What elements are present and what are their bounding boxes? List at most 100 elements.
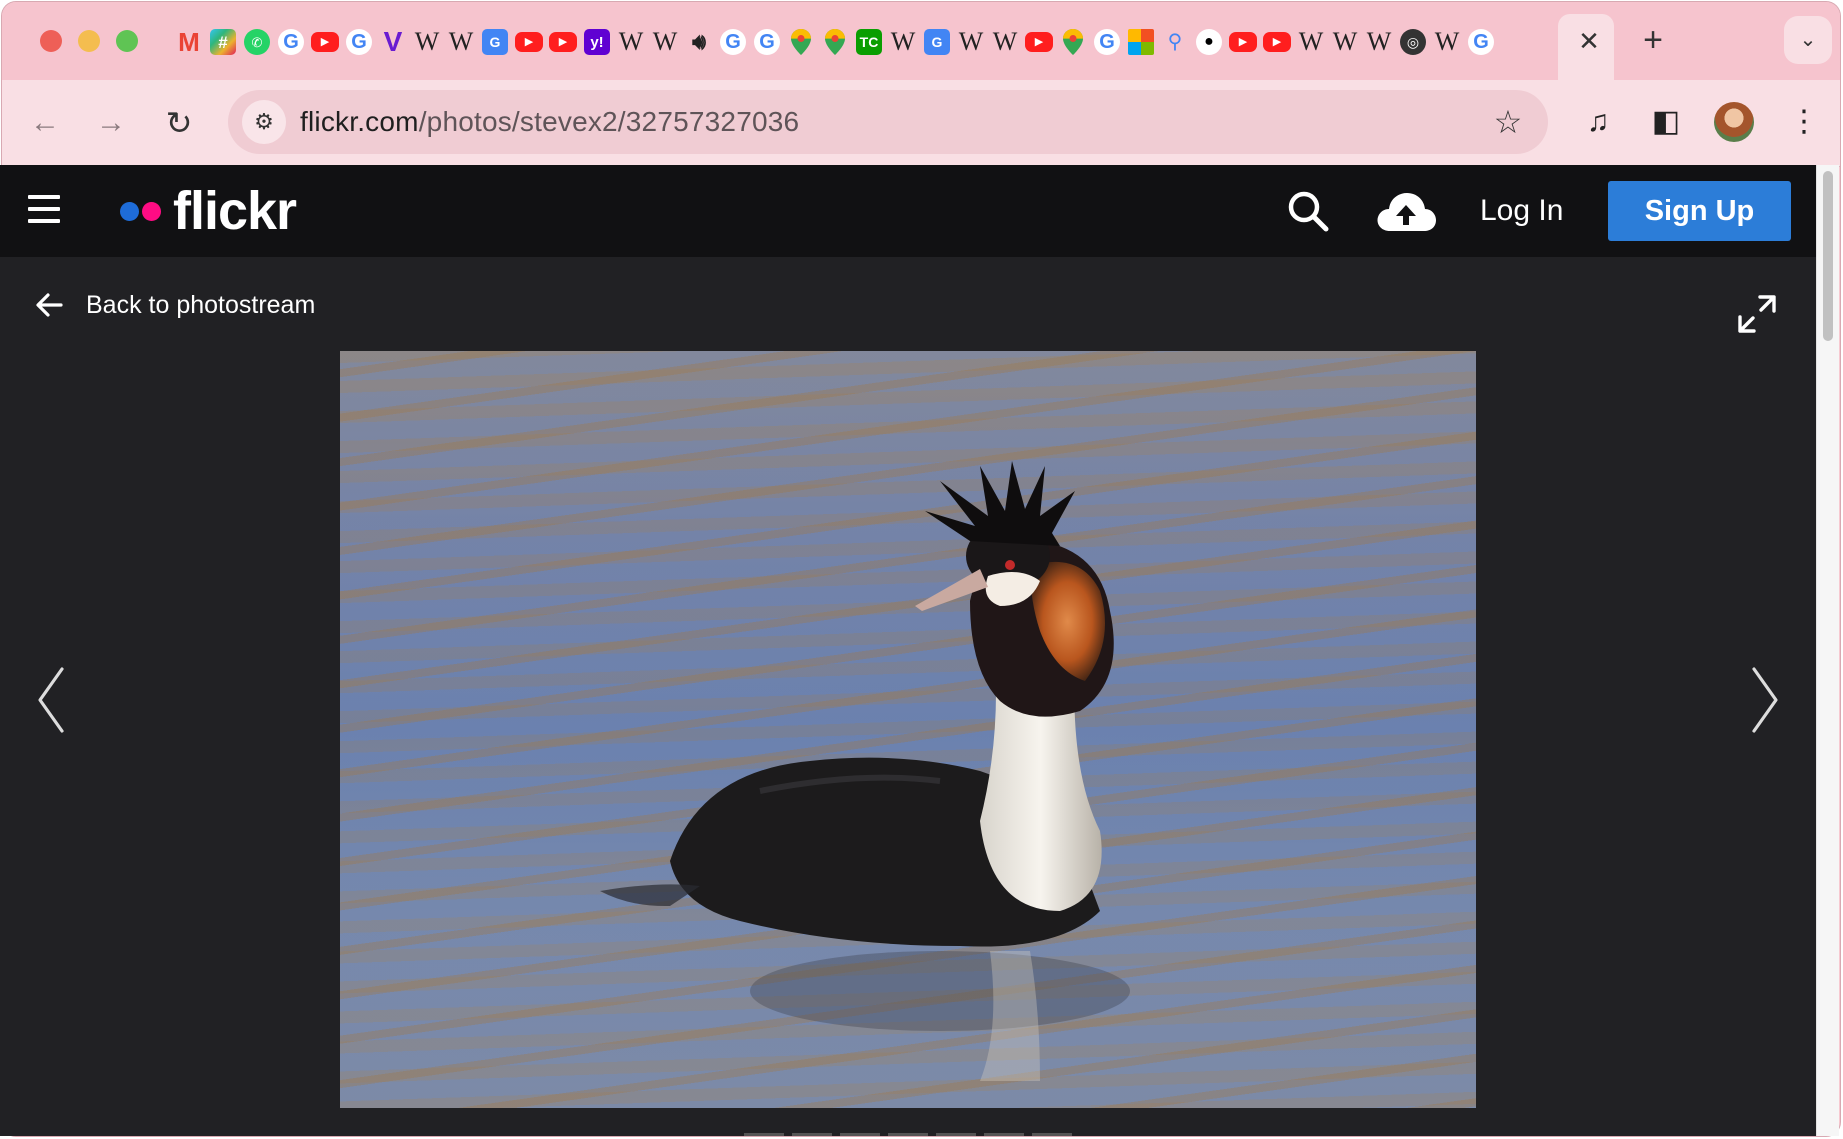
wikipedia-icon: W (1366, 27, 1392, 56)
tab-google[interactable]: G (274, 22, 308, 62)
tab-techcrunch[interactable]: TC (852, 22, 886, 62)
site-settings-icon[interactable]: ⚙ (242, 100, 286, 144)
tab-translate[interactable]: G (920, 22, 954, 62)
tab-youtube[interactable]: ▶ (1022, 22, 1056, 62)
tab-wikipedia[interactable]: W (648, 22, 682, 62)
google-icon: G (1094, 29, 1120, 55)
filmstrip-indicator (744, 1133, 1080, 1136)
tab-youtube[interactable]: ▶ (308, 22, 342, 62)
back-to-photostream-link[interactable]: Back to photostream (34, 285, 315, 325)
address-bar[interactable]: ⚙ flickr.com/photos/stevex2/32757327036 … (228, 90, 1548, 154)
reload-icon[interactable]: ↻ (158, 102, 200, 144)
tab-wikipedia[interactable]: W (886, 22, 920, 62)
main-photo[interactable] (340, 351, 1476, 1108)
bookmark-star-icon[interactable]: ☆ (1488, 102, 1528, 142)
flickr-page: flickr Log In Sign Up Back to photostrea… (0, 165, 1816, 1136)
translate-icon: G (924, 29, 950, 55)
tab-lens[interactable]: ⚲ (1158, 22, 1192, 62)
tab-google[interactable]: G (1464, 22, 1498, 62)
more-menu-icon[interactable]: ⋮ (1782, 100, 1826, 144)
new-tab-icon[interactable]: + (1638, 23, 1668, 57)
flickr-header: flickr Log In Sign Up (0, 165, 1816, 257)
maps-icon (788, 29, 814, 55)
tab-wikipedia[interactable]: W (954, 22, 988, 62)
tab-whatsapp[interactable]: ✆ (240, 22, 274, 62)
tab-maps[interactable] (818, 22, 852, 62)
page-scrollbar[interactable] (1816, 165, 1839, 1136)
next-photo-arrow-icon[interactable] (1748, 665, 1782, 735)
signup-button[interactable]: Sign Up (1608, 181, 1791, 241)
url-path: /photos/stevex2/32757327036 (418, 106, 800, 137)
wikipedia-icon: W (1298, 27, 1324, 56)
tab-maps[interactable] (784, 22, 818, 62)
tab-chrome[interactable]: ◎ (1396, 22, 1430, 62)
forward-arrow-icon[interactable]: → (90, 102, 132, 144)
tab-google[interactable]: G (342, 22, 376, 62)
side-panel-icon[interactable]: ◧ (1644, 100, 1688, 144)
close-tab-icon[interactable]: ✕ (1576, 28, 1602, 54)
tab-yahoo[interactable]: y! (580, 22, 614, 62)
maximize-window-button[interactable] (116, 30, 138, 52)
wikipedia-icon: W (652, 27, 678, 56)
search-icon[interactable] (1286, 189, 1330, 233)
youtube-icon: ▶ (1025, 32, 1053, 52)
close-window-button[interactable] (40, 30, 62, 52)
scrollbar-thumb[interactable] (1823, 171, 1833, 341)
tab-youtube[interactable]: ▶ (1260, 22, 1294, 62)
wikipedia-icon: W (1332, 27, 1358, 56)
wikipedia-icon: W (890, 27, 916, 56)
tab-gmail[interactable]: M (172, 22, 206, 62)
google-icon: G (754, 29, 780, 55)
whatsapp-icon: ✆ (244, 29, 270, 55)
tab-youtube[interactable]: ▶ (512, 22, 546, 62)
tab-wikipedia[interactable]: W (1294, 22, 1328, 62)
tab-maps[interactable] (1056, 22, 1090, 62)
wikipedia-icon: W (958, 27, 984, 56)
tab-wikipedia[interactable]: W (614, 22, 648, 62)
minimize-window-button[interactable] (78, 30, 100, 52)
wikipedia-icon: W (1434, 27, 1460, 56)
hamburger-menu-icon[interactable] (28, 195, 60, 223)
profile-avatar[interactable] (1714, 102, 1754, 142)
maps-icon (1060, 29, 1086, 55)
tab-wikipedia[interactable]: W (410, 22, 444, 62)
tab-google[interactable]: G (750, 22, 784, 62)
slack-icon: # (210, 29, 236, 55)
speaker-icon: 🔊︎ (692, 29, 706, 54)
previous-photo-arrow-icon[interactable] (34, 665, 68, 735)
tab-wikipedia[interactable]: W (1430, 22, 1464, 62)
tab-search-chevron-icon[interactable]: ⌄ (1784, 16, 1832, 64)
fullscreen-expand-icon[interactable] (1736, 293, 1778, 335)
chrome-icon: ◎ (1400, 29, 1426, 55)
login-link[interactable]: Log In (1480, 189, 1563, 233)
url-text[interactable]: flickr.com/photos/stevex2/32757327036 (300, 90, 799, 154)
google-icon: G (720, 29, 746, 55)
google-icon: G (1468, 29, 1494, 55)
tab-wikipedia[interactable]: W (1362, 22, 1396, 62)
tab-slack[interactable]: # (206, 22, 240, 62)
back-arrow-icon[interactable]: ← (24, 102, 66, 144)
tab-wikipedia[interactable]: W (444, 22, 478, 62)
tab-wikipedia[interactable]: W (1328, 22, 1362, 62)
tab-wikipedia[interactable]: W (988, 22, 1022, 62)
upload-cloud-icon[interactable] (1374, 187, 1438, 235)
tab-v[interactable]: V (376, 22, 410, 62)
tab-apple[interactable]: ● (1192, 22, 1226, 62)
tab-youtube[interactable]: ▶ (546, 22, 580, 62)
tab-audio[interactable]: 🔊︎ (682, 22, 716, 62)
microsoft-icon (1128, 29, 1154, 55)
media-control-icon[interactable]: ♫ (1576, 100, 1620, 144)
url-host: flickr.com (300, 106, 419, 137)
tab-youtube[interactable]: ▶ (1226, 22, 1260, 62)
browser-toolbar: ← → ↻ ⚙ flickr.com/photos/stevex2/327573… (2, 80, 1840, 167)
tab-translate[interactable]: G (478, 22, 512, 62)
pinned-tabs: M # ✆ G ▶ G V W W G ▶ ▶ y! W W 🔊︎ G G TC… (172, 22, 1498, 62)
youtube-icon: ▶ (311, 32, 339, 52)
tab-google[interactable]: G (716, 22, 750, 62)
flickr-logo[interactable]: flickr (120, 181, 297, 241)
lens-icon: ⚲ (1167, 31, 1183, 53)
gmail-icon: M (178, 27, 200, 57)
tab-microsoft[interactable] (1124, 22, 1158, 62)
youtube-icon: ▶ (515, 32, 543, 52)
tab-google[interactable]: G (1090, 22, 1124, 62)
